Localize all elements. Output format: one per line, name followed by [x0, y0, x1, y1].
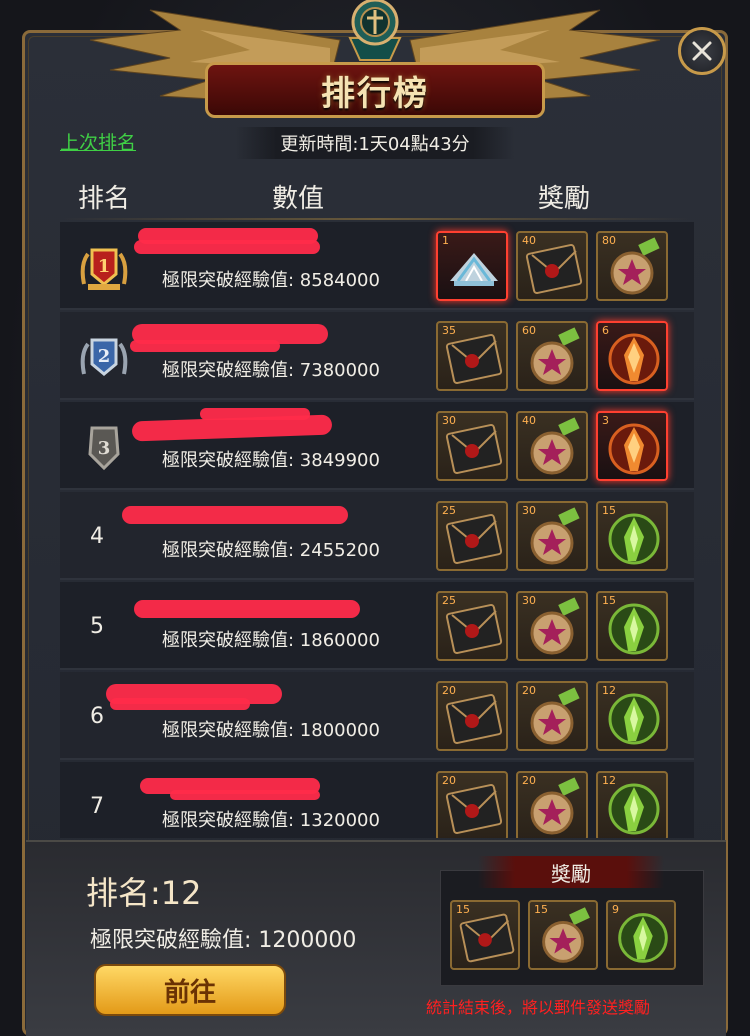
row-stat: 極限突破經驗值: 1800000 [162, 720, 380, 741]
column-header-value: 數值 [272, 184, 325, 214]
page-title: 排行榜 [321, 73, 429, 114]
close-icon [692, 41, 712, 61]
table-row: 7 極限突破經驗值: 1320000 20 20 12 [60, 762, 694, 838]
svg-text:2: 2 [98, 346, 111, 367]
reward-item[interactable]: 12 [596, 771, 668, 838]
row-stat: 極限突破經驗值: 7380000 [162, 360, 380, 381]
reward-item[interactable]: 1 [436, 231, 508, 301]
reward-item[interactable]: 25 [436, 501, 508, 571]
row-rewards: 25 30 15 [436, 591, 668, 661]
reward-item[interactable]: 6 [596, 321, 668, 391]
column-header-reward: 獎勵 [538, 184, 591, 214]
reward-item[interactable]: 30 [436, 411, 508, 481]
close-button[interactable] [678, 27, 726, 75]
row-rank: 4 [90, 524, 104, 549]
svg-text:1: 1 [98, 256, 111, 277]
row-rewards: 20 20 12 [436, 681, 668, 751]
row-stat: 極限突破經驗值: 1860000 [162, 630, 380, 651]
reward-item[interactable]: 15 [528, 900, 598, 970]
row-stat: 極限突破經驗值: 1320000 [162, 810, 380, 831]
reward-item[interactable]: 80 [596, 231, 668, 301]
reward-item[interactable]: 15 [596, 591, 668, 661]
row-stat: 極限突破經驗值: 3849900 [162, 450, 380, 471]
my-rewards: 15 15 9 [450, 900, 676, 970]
reward-item[interactable]: 40 [516, 231, 588, 301]
row-rewards: 20 20 12 [436, 771, 668, 838]
crest-icon [351, 0, 399, 46]
table-row: 6 極限突破經驗值: 1800000 20 20 12 [60, 672, 694, 760]
reward-item[interactable]: 20 [516, 681, 588, 751]
reward-item[interactable]: 3 [596, 411, 668, 481]
reward-item[interactable]: 30 [516, 501, 588, 571]
row-stat: 極限突破經驗值: 8584000 [162, 270, 380, 291]
reward-item[interactable]: 35 [436, 321, 508, 391]
my-stat: 極限突破經驗值: 1200000 [90, 928, 357, 953]
row-rewards: 30 40 3 [436, 411, 668, 481]
last-rank-link[interactable]: 上次排名 [60, 128, 136, 155]
my-reward-title: 獎勵 [478, 856, 664, 888]
row-rank: 6 [90, 704, 104, 729]
row-stat: 極限突破經驗值: 2455200 [162, 540, 380, 561]
gold-rank-badge-icon: 1 [80, 248, 128, 290]
bronze-rank-badge-icon: 3 [88, 426, 120, 471]
my-rank: 排名:12 [86, 874, 202, 912]
title-banner: 排行榜 [205, 62, 545, 118]
row-rewards: 25 30 15 [436, 501, 668, 571]
row-rank: 5 [90, 614, 104, 639]
table-row: 1 極限突破經驗值: 8584000 1 40 80 [60, 222, 694, 310]
update-time: 更新時間:1天04點43分 [235, 127, 515, 159]
reward-item[interactable]: 12 [596, 681, 668, 751]
reward-item[interactable]: 25 [436, 591, 508, 661]
column-header-rank: 排名 [78, 184, 131, 214]
reward-item[interactable]: 20 [516, 771, 588, 838]
go-button[interactable]: 前往 [94, 964, 286, 1016]
ranking-list[interactable]: 1 極限突破經驗值: 8584000 1 40 80 2 極限突破經驗值: 73… [60, 222, 694, 838]
row-rewards: 35 60 6 [436, 321, 668, 391]
reward-notice: 統計結束後，將以郵件發送獎勵 [426, 998, 651, 1017]
reward-item[interactable]: 60 [516, 321, 588, 391]
reward-item[interactable]: 15 [450, 900, 520, 970]
reward-item[interactable]: 20 [436, 681, 508, 751]
table-row: 5 極限突破經驗值: 1860000 25 30 15 [60, 582, 694, 670]
reward-item[interactable]: 30 [516, 591, 588, 661]
reward-item[interactable]: 20 [436, 771, 508, 838]
reward-item[interactable]: 40 [516, 411, 588, 481]
silver-rank-badge-icon: 2 [80, 338, 128, 376]
reward-item[interactable]: 15 [596, 501, 668, 571]
table-row: 3 極限突破經驗值: 3849900 30 40 3 [60, 402, 694, 490]
table-row: 4 極限突破經驗值: 2455200 25 30 15 [60, 492, 694, 580]
table-row: 2 極限突破經驗值: 7380000 35 60 6 [60, 312, 694, 400]
row-rewards: 1 40 80 [436, 231, 668, 301]
reward-item[interactable]: 9 [606, 900, 676, 970]
svg-text:3: 3 [98, 438, 111, 459]
row-rank: 7 [90, 794, 104, 819]
